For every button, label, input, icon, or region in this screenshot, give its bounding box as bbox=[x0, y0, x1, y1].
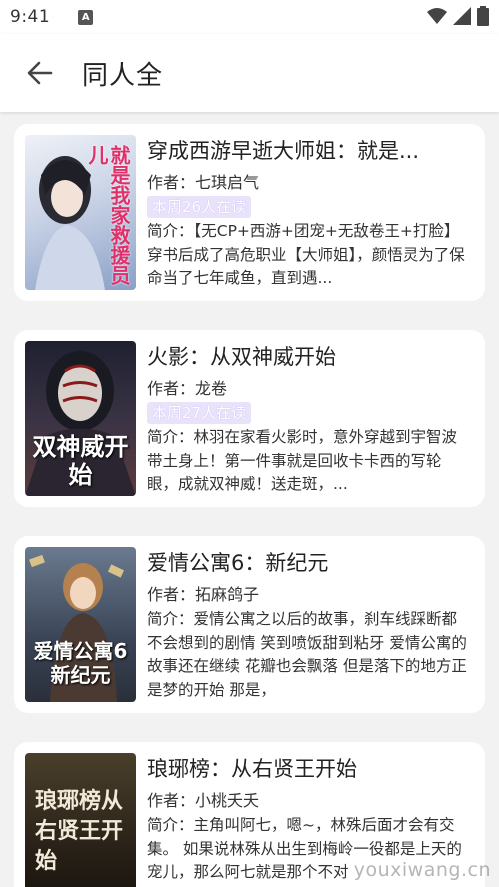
watermark-text: youxiwang.cn bbox=[353, 859, 491, 881]
book-title[interactable]: 穿成西游早逝大师姐：就是... bbox=[147, 136, 471, 166]
app-bar: 同人全 bbox=[0, 34, 499, 112]
cover-title-text: 双神威开始 bbox=[32, 433, 129, 489]
reading-count-badge: 本周26人在读 bbox=[147, 196, 252, 218]
book-cover: 就是我家救援员儿 bbox=[25, 135, 136, 290]
back-button[interactable] bbox=[20, 53, 60, 93]
badge-label: 本周27人在读 bbox=[152, 404, 247, 422]
signal-icon bbox=[453, 7, 471, 25]
book-author: 作者：龙卷 bbox=[147, 379, 228, 398]
wifi-icon bbox=[427, 8, 447, 24]
book-title[interactable]: 爱情公寓6：新纪元 bbox=[147, 548, 471, 578]
status-icons bbox=[427, 6, 489, 26]
book-title[interactable]: 琅琊榜：从右贤王开始 bbox=[147, 754, 471, 784]
book-title[interactable]: 火影：从双神威开始 bbox=[147, 342, 471, 372]
book-list[interactable]: 就是我家救援员儿 穿成西游早逝大师姐：就是... 作者：七琪启气 本周26人在读… bbox=[0, 112, 499, 887]
book-info: 火影：从双神威开始 作者：龙卷 本周27人在读 简介：林羽在家看火影时，意外穿越… bbox=[147, 342, 471, 497]
book-intro: 简介：林羽在家看火影时，意外穿越到宇智波带土身上！第一件事就是回收卡卡西的写轮眼… bbox=[147, 428, 458, 493]
status-bar: 9:41 A bbox=[0, 0, 499, 34]
book-cover: 爱情公寓6新纪元 bbox=[25, 547, 136, 702]
book-intro: 简介：【无CP+西游+团宠+无敌卷王+打脸】 穿书后成了高危职业【大师姐】，颜悟… bbox=[147, 222, 465, 287]
book-intro: 简介：爱情公寓之以后的故事，刹车线踩断都不会想到的剧情 笑到喷饭甜到粘牙 爱情公… bbox=[147, 610, 467, 699]
status-time: 9:41 bbox=[10, 7, 51, 27]
book-author: 作者：小桃夭夭 bbox=[147, 791, 260, 810]
cover-title-text: 琅琊榜从右贤王开始 bbox=[35, 789, 124, 874]
book-cover: 琅琊榜从右贤王开始 bbox=[25, 753, 136, 887]
badge-label: 本周26人在读 bbox=[152, 198, 247, 216]
notification-a-icon: A bbox=[78, 9, 94, 25]
book-info: 穿成西游早逝大师姐：就是... 作者：七琪启气 本周26人在读 简介：【无CP+… bbox=[147, 136, 471, 291]
book-author: 作者：七琪启气 bbox=[147, 173, 260, 192]
book-card[interactable]: 双神威开始 火影：从双神威开始 作者：龙卷 本周27人在读 简介：林羽在家看火影… bbox=[14, 330, 485, 507]
book-author: 作者：拓麻鸽子 bbox=[147, 585, 260, 604]
page-title: 同人全 bbox=[82, 60, 164, 91]
book-cover: 双神威开始 bbox=[25, 341, 136, 496]
cover-title-text: 就是我家救援员儿 bbox=[85, 145, 131, 285]
reading-count-badge: 本周27人在读 bbox=[147, 402, 252, 424]
book-info: 爱情公寓6：新纪元 作者：拓麻鸽子 简介：爱情公寓之以后的故事，刹车线踩断都不会… bbox=[147, 548, 471, 702]
arrow-left-icon bbox=[27, 61, 53, 85]
book-card[interactable]: 爱情公寓6新纪元 爱情公寓6：新纪元 作者：拓麻鸽子 简介：爱情公寓之以后的故事… bbox=[14, 536, 485, 713]
battery-icon bbox=[477, 6, 489, 26]
book-card[interactable]: 就是我家救援员儿 穿成西游早逝大师姐：就是... 作者：七琪启气 本周26人在读… bbox=[14, 124, 485, 301]
cover-title-text: 爱情公寓6新纪元 bbox=[33, 639, 128, 687]
